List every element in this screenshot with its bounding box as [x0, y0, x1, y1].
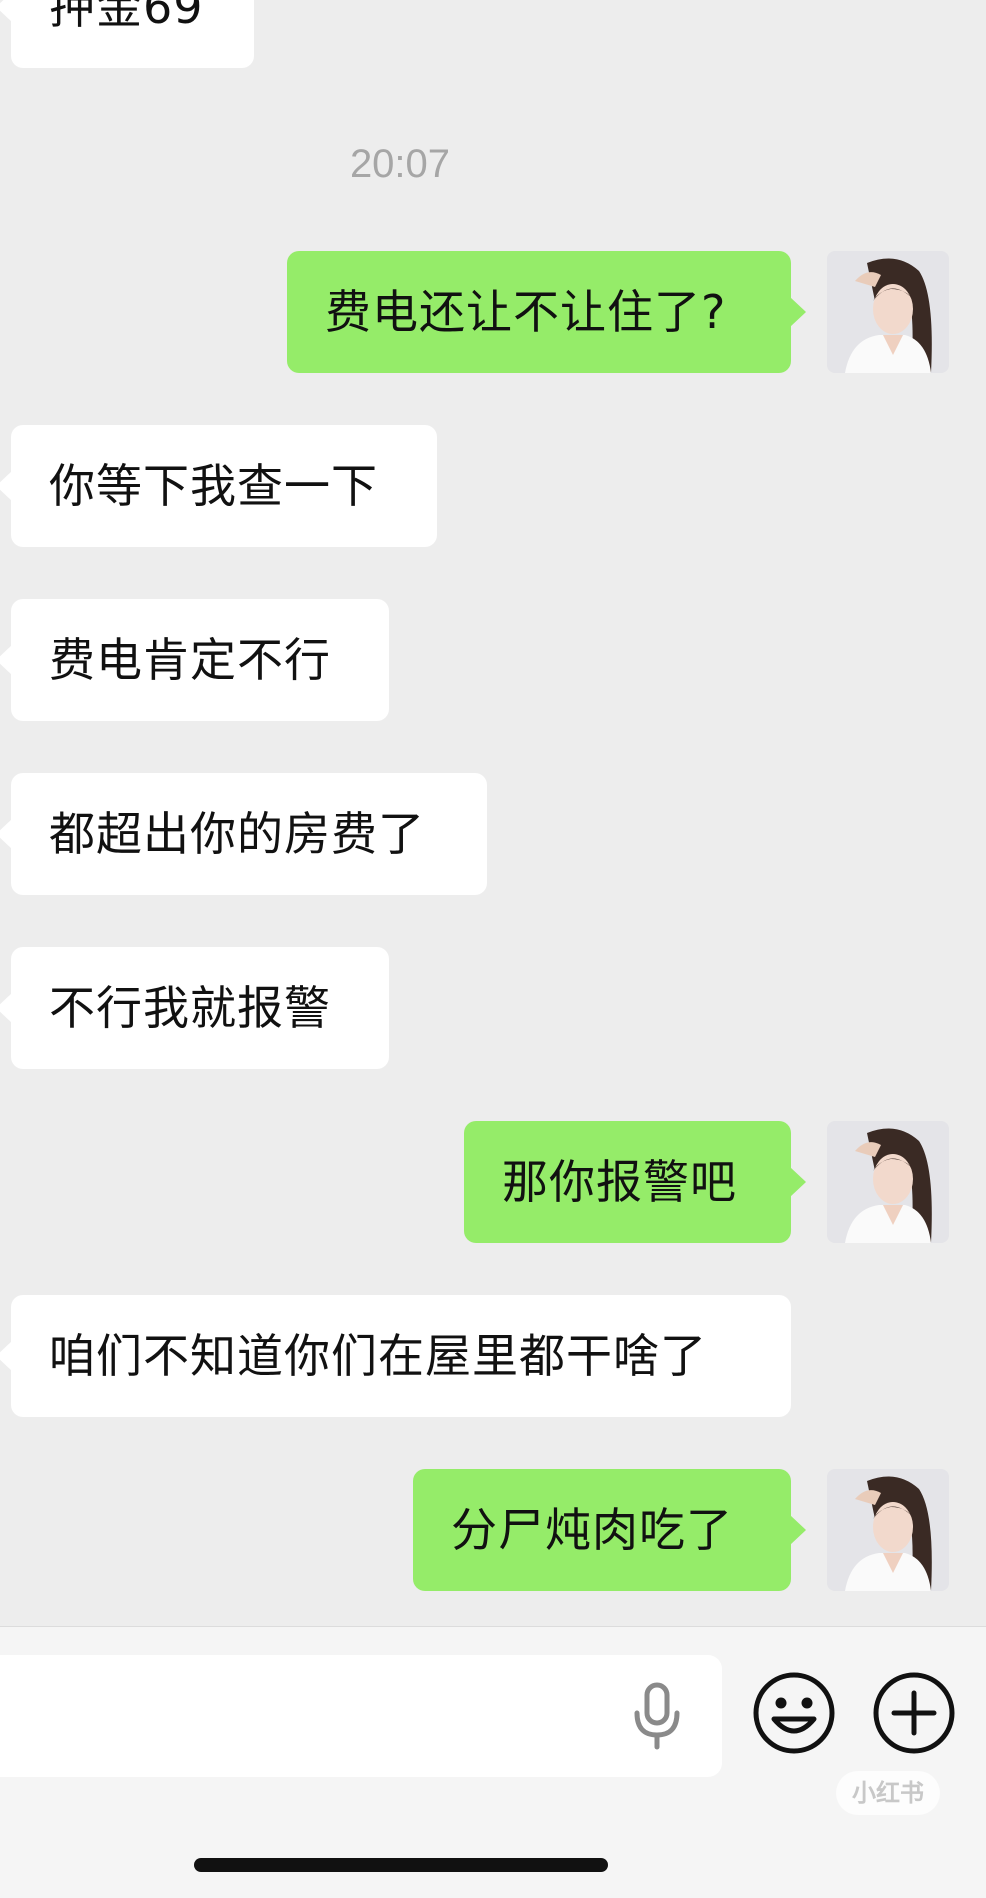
- plus-circle-icon[interactable]: [872, 1671, 956, 1755]
- message-bubble-outgoing[interactable]: 分尸炖肉吃了: [413, 1469, 806, 1591]
- message-bubble-incoming[interactable]: 咱们不知道你们在屋里都干啥了: [0, 1295, 791, 1417]
- watermark-logo: 小红书: [836, 1771, 940, 1815]
- message-bubble-incoming[interactable]: 都超出你的房费了: [0, 773, 487, 895]
- message-text: 费电还让不让住了?: [325, 285, 727, 339]
- chat-input-bar: 小红书: [0, 1626, 986, 1898]
- user-avatar[interactable]: [827, 1121, 949, 1243]
- avatar-photo-icon: [827, 1121, 949, 1243]
- message-timestamp: 20:07: [349, 142, 451, 186]
- message-text: 分尸炖肉吃了: [451, 1503, 733, 1557]
- message-bubble-incoming[interactable]: 不行我就报警: [0, 947, 389, 1069]
- message-text: 那你报警吧: [502, 1155, 737, 1209]
- home-indicator[interactable]: [194, 1858, 608, 1872]
- message-text: 不行我就报警: [49, 981, 331, 1035]
- chat-area: 押金69 20:07 费电还让不让住了? 你等下我查一下 费电肯定不行 都超出你…: [0, 0, 986, 1626]
- avatar-photo-icon: [827, 1469, 949, 1591]
- message-text: 押金69: [49, 0, 204, 34]
- message-bubble-outgoing[interactable]: 费电还让不让住了?: [287, 251, 806, 373]
- message-bubble-incoming[interactable]: 押金69: [0, 0, 254, 68]
- microphone-icon[interactable]: [630, 1681, 684, 1751]
- message-text: 费电肯定不行: [49, 633, 331, 687]
- message-text: 都超出你的房费了: [49, 807, 425, 861]
- user-avatar[interactable]: [827, 251, 949, 373]
- message-bubble-incoming[interactable]: 你等下我查一下: [0, 425, 437, 547]
- message-text: 咱们不知道你们在屋里都干啥了: [49, 1329, 707, 1383]
- smiley-face-icon[interactable]: [752, 1671, 836, 1755]
- message-input[interactable]: [0, 1655, 722, 1777]
- avatar-photo-icon: [827, 251, 949, 373]
- message-bubble-incoming[interactable]: 费电肯定不行: [0, 599, 389, 721]
- message-text: 你等下我查一下: [49, 459, 378, 513]
- message-bubble-outgoing[interactable]: 那你报警吧: [464, 1121, 806, 1243]
- user-avatar[interactable]: [827, 1469, 949, 1591]
